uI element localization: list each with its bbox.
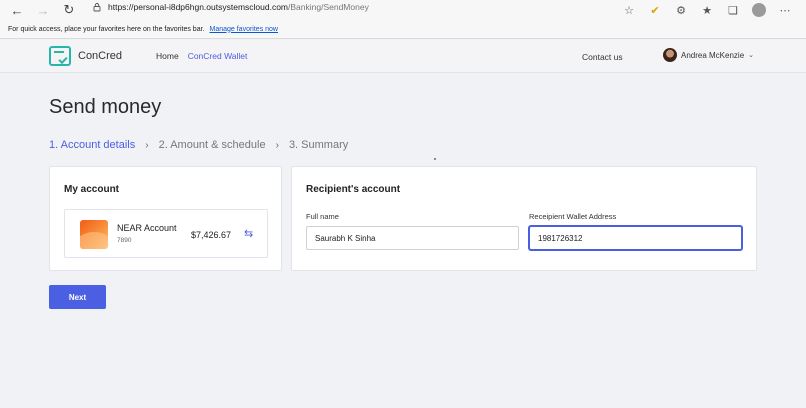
extension-icon[interactable]: ✔ [648, 3, 662, 17]
nav-home[interactable]: Home [156, 51, 179, 61]
step-amount-schedule[interactable]: 2. Amount & schedule [159, 139, 266, 151]
address-bar[interactable]: https://personal-i8dp6hgn.outsystemsclou… [92, 2, 369, 12]
collections-icon[interactable]: ❏ [726, 3, 740, 17]
wallet-address-field[interactable] [529, 226, 742, 250]
chevron-right-icon: › [275, 139, 279, 151]
profile-icon[interactable] [752, 3, 766, 17]
nav-concred-wallet[interactable]: ConCred Wallet [188, 51, 248, 61]
favorites-bar: For quick access, place your favorites h… [0, 20, 806, 39]
brand-name: ConCred [78, 50, 123, 62]
next-button[interactable]: Next [49, 285, 106, 309]
contact-us-link[interactable]: Contact us [582, 52, 623, 62]
brand[interactable]: ConCred [49, 46, 122, 66]
page-title: Send money [49, 96, 162, 118]
favorites-icon[interactable]: ★ [700, 3, 714, 17]
recipient-title: Recipient's account [306, 184, 401, 195]
account-name: NEAR Account [117, 223, 177, 233]
account-card-icon [80, 220, 108, 249]
full-name-field[interactable] [306, 226, 519, 250]
add-favorite-icon[interactable]: ☆ [622, 3, 636, 17]
url-host: https://personal-i8dp6hgn.outsystemsclou… [108, 2, 289, 12]
app-header: ConCred Home ConCred Wallet Contact us A… [0, 40, 806, 73]
my-account-card: My account NEAR Account 7890 $7,426.67 ⇆ [49, 166, 282, 271]
step-account-details[interactable]: 1. Account details [49, 139, 135, 151]
url-path: /Banking/SendMoney [288, 2, 369, 12]
swap-icon[interactable]: ⇆ [244, 228, 256, 240]
manage-favorites-link[interactable]: Manage favorites now [210, 26, 278, 33]
refresh-icon[interactable]: ↻ [56, 0, 82, 20]
account-balance: $7,426.67 [191, 230, 232, 240]
recipient-card: Recipient's account Full name Receipient… [291, 166, 757, 271]
full-name-label: Full name [306, 212, 339, 221]
chevron-down-icon: ⌄ [748, 52, 755, 59]
more-icon[interactable]: ⋯ [778, 3, 792, 17]
extensions-icon[interactable]: ⚙ [674, 3, 688, 17]
user-menu[interactable]: Andrea McKenzie ⌄ [663, 48, 754, 62]
browser-toolbar: ← → ↻ https://personal-i8dp6hgn.outsyste… [0, 0, 806, 20]
my-account-title: My account [64, 184, 120, 195]
account-tile[interactable]: NEAR Account 7890 $7,426.67 ⇆ [64, 209, 268, 258]
account-number: 7890 [117, 237, 132, 244]
wallet-address-label: Receipient Wallet Address [529, 212, 617, 221]
cursor-dot [434, 158, 436, 160]
chevron-right-icon: › [145, 139, 149, 151]
user-name: Andrea McKenzie [681, 50, 745, 60]
back-icon[interactable]: ← [4, 0, 30, 20]
step-summary[interactable]: 3. Summary [289, 139, 348, 151]
lock-icon [93, 3, 101, 12]
wizard-steps: 1. Account details › 2. Amount & schedul… [49, 139, 348, 151]
forward-icon[interactable]: → [30, 0, 56, 20]
avatar [663, 48, 677, 62]
top-nav: Home ConCred Wallet [156, 51, 247, 61]
favorites-prompt: For quick access, place your favorites h… [8, 25, 205, 33]
concred-logo-icon [49, 46, 71, 66]
